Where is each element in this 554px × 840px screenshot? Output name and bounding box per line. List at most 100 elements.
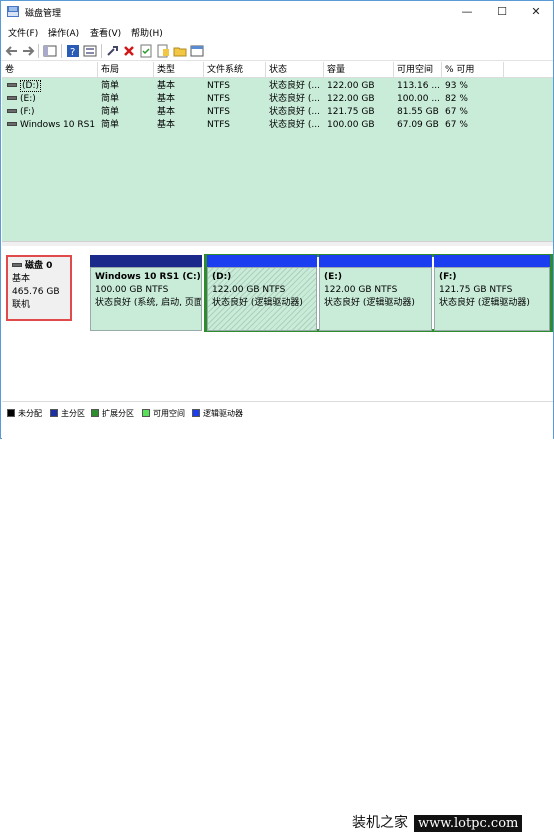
legend-swatch	[7, 409, 15, 417]
title-bar: 磁盘管理 — ☐ ✕	[1, 1, 553, 23]
column-header-layout[interactable]: 布局	[98, 62, 154, 78]
partition-f[interactable]: (F:) 121.75 GB NTFS 状态良好 (逻辑驱动器)	[434, 255, 550, 331]
partition-status: 状态良好 (逻辑驱动器)	[439, 298, 530, 308]
forward-arrow-icon[interactable]	[21, 44, 35, 58]
layout-cell: 简单	[101, 81, 120, 91]
disk-graphical-view: 磁盘 0 基本 465.76 GB 联机 Windows 10 RS1 (C:)…	[2, 247, 553, 400]
menu-file[interactable]: 文件(F)	[8, 26, 38, 39]
table-row[interactable]: (D:) 简单 基本 NTFS 状态良好 (... 122.00 GB 113.…	[2, 80, 553, 92]
free-space-cell: 81.55 GB	[397, 107, 439, 117]
menu-bar: 文件(F) 操作(A) 查看(V) 帮助(H)	[1, 23, 553, 41]
disk-size: 465.76 GB	[12, 287, 60, 297]
legend-label: 主分区	[61, 409, 85, 418]
partition-title: (E:)	[324, 272, 342, 282]
filesystem-cell: NTFS	[207, 120, 230, 130]
partition-body: Windows 10 RS1 (C:) 100.00 GB NTFS 状态良好 …	[90, 267, 202, 331]
status-cell: 状态良好 (...	[269, 120, 320, 130]
window-title: 磁盘管理	[25, 9, 62, 19]
free-space-cell: 113.16 ...	[397, 81, 440, 91]
column-header-free-space[interactable]: 可用空间	[394, 62, 442, 78]
window-icon[interactable]	[190, 44, 204, 58]
table-row[interactable]: (F:) 简单 基本 NTFS 状态良好 (... 121.75 GB 81.5…	[2, 106, 553, 118]
volume-name: (D:)	[20, 80, 41, 92]
layout-cell: 简单	[101, 94, 120, 104]
legend-label: 扩展分区	[102, 409, 134, 418]
watermark-text: 装机之家	[352, 815, 408, 831]
percent-free-cell: 67 %	[445, 107, 468, 117]
volume-icon	[7, 96, 17, 100]
volume-icon	[7, 109, 17, 113]
partition-size: 122.00 GB NTFS	[212, 285, 286, 295]
menu-view[interactable]: 查看(V)	[90, 26, 121, 39]
volume-name-cell: (D:)	[4, 80, 98, 92]
legend-label: 未分配	[18, 409, 42, 418]
delete-icon[interactable]	[122, 44, 136, 58]
legend-bar: 未分配 主分区 扩展分区 可用空间 逻辑驱动器 装机之家 www.lotpc.co…	[2, 401, 554, 839]
menu-action[interactable]: 操作(A)	[48, 26, 79, 39]
connect-icon[interactable]	[106, 44, 120, 58]
disk-status: 联机	[12, 300, 31, 310]
type-cell: 基本	[157, 94, 176, 104]
legend-free-space: 可用空间	[142, 408, 185, 419]
volume-name: (E:)	[20, 94, 36, 104]
minimize-button[interactable]: —	[450, 1, 484, 23]
pane-splitter[interactable]	[2, 241, 553, 246]
disk-management-window: 磁盘管理 — ☐ ✕ 文件(F) 操作(A) 查看(V) 帮助(H) ? 卷 布…	[0, 0, 554, 839]
percent-free-cell: 67 %	[445, 120, 468, 130]
folder-open-icon[interactable]	[173, 44, 187, 58]
legend-swatch	[142, 409, 150, 417]
toolbar-separator	[101, 44, 102, 58]
partition-status: 状态良好 (逻辑驱动器)	[324, 298, 415, 308]
partition-title: Windows 10 RS1 (C:)	[95, 272, 201, 282]
volume-list-header: 卷 布局 类型 文件系统 状态 容量 可用空间 % 可用	[2, 62, 553, 78]
partition-body: (D:) 122.00 GB NTFS 状态良好 (逻辑驱动器)	[207, 267, 317, 331]
column-header-filesystem[interactable]: 文件系统	[204, 62, 266, 78]
partition-c[interactable]: Windows 10 RS1 (C:) 100.00 GB NTFS 状态良好 …	[90, 255, 202, 331]
layout-cell: 简单	[101, 120, 120, 130]
disk-title-line: 磁盘 0	[12, 260, 66, 273]
disk-name: 磁盘 0	[25, 261, 53, 271]
volume-name-cell: (F:)	[4, 106, 98, 118]
logical-drive-bar	[434, 255, 550, 267]
folder-icon[interactable]	[156, 44, 170, 58]
watermark-url: www.lotpc.com	[414, 815, 523, 832]
legend-extended: 扩展分区	[91, 408, 134, 419]
legend-logical-drive: 逻辑驱动器	[192, 408, 243, 419]
type-cell: 基本	[157, 107, 176, 117]
partition-body: (F:) 121.75 GB NTFS 状态良好 (逻辑驱动器)	[434, 267, 550, 331]
column-header-status[interactable]: 状态	[266, 62, 324, 78]
check-icon[interactable]	[139, 44, 153, 58]
disk-type: 基本	[12, 274, 31, 284]
table-row[interactable]: (E:) 简单 基本 NTFS 状态良好 (... 122.00 GB 100.…	[2, 93, 553, 105]
partition-status: 状态良好 (逻辑驱动器)	[212, 298, 303, 308]
partition-status: 状态良好 (系统, 启动, 页面	[95, 298, 202, 308]
column-header-type[interactable]: 类型	[154, 62, 204, 78]
partition-size: 100.00 GB NTFS	[95, 285, 169, 295]
help-icon[interactable]: ?	[66, 44, 80, 58]
table-row[interactable]: Windows 10 RS1 ... 简单 基本 NTFS 状态良好 (... …	[2, 119, 553, 131]
partition-d[interactable]: (D:) 122.00 GB NTFS 状态良好 (逻辑驱动器)	[207, 255, 317, 331]
maximize-button[interactable]: ☐	[485, 1, 519, 23]
close-button[interactable]: ✕	[519, 1, 553, 23]
menu-help[interactable]: 帮助(H)	[131, 26, 163, 39]
legend-swatch	[192, 409, 200, 417]
free-space-cell: 67.09 GB	[397, 120, 439, 130]
partition-e[interactable]: (E:) 122.00 GB NTFS 状态良好 (逻辑驱动器)	[319, 255, 432, 331]
column-header-percent-free[interactable]: % 可用	[442, 62, 504, 78]
type-cell: 基本	[157, 81, 176, 91]
disk-0-label[interactable]: 磁盘 0 基本 465.76 GB 联机	[6, 255, 72, 321]
capacity-cell: 122.00 GB	[327, 94, 375, 104]
watermark: 装机之家 www.lotpc.com	[346, 807, 554, 839]
column-header-volume[interactable]: 卷	[2, 62, 98, 78]
column-header-capacity[interactable]: 容量	[324, 62, 394, 78]
legend-swatch	[50, 409, 58, 417]
free-space-cell: 100.00 ...	[397, 94, 440, 104]
legend-label: 可用空间	[153, 409, 185, 418]
volume-name: Windows 10 RS1 ...	[20, 120, 98, 130]
properties-icon[interactable]	[83, 44, 97, 58]
legend-primary: 主分区	[50, 408, 85, 419]
console-tree-icon[interactable]	[43, 44, 57, 58]
back-arrow-icon[interactable]	[5, 44, 19, 58]
toolbar-separator	[61, 44, 62, 58]
primary-partition-bar	[90, 255, 202, 267]
